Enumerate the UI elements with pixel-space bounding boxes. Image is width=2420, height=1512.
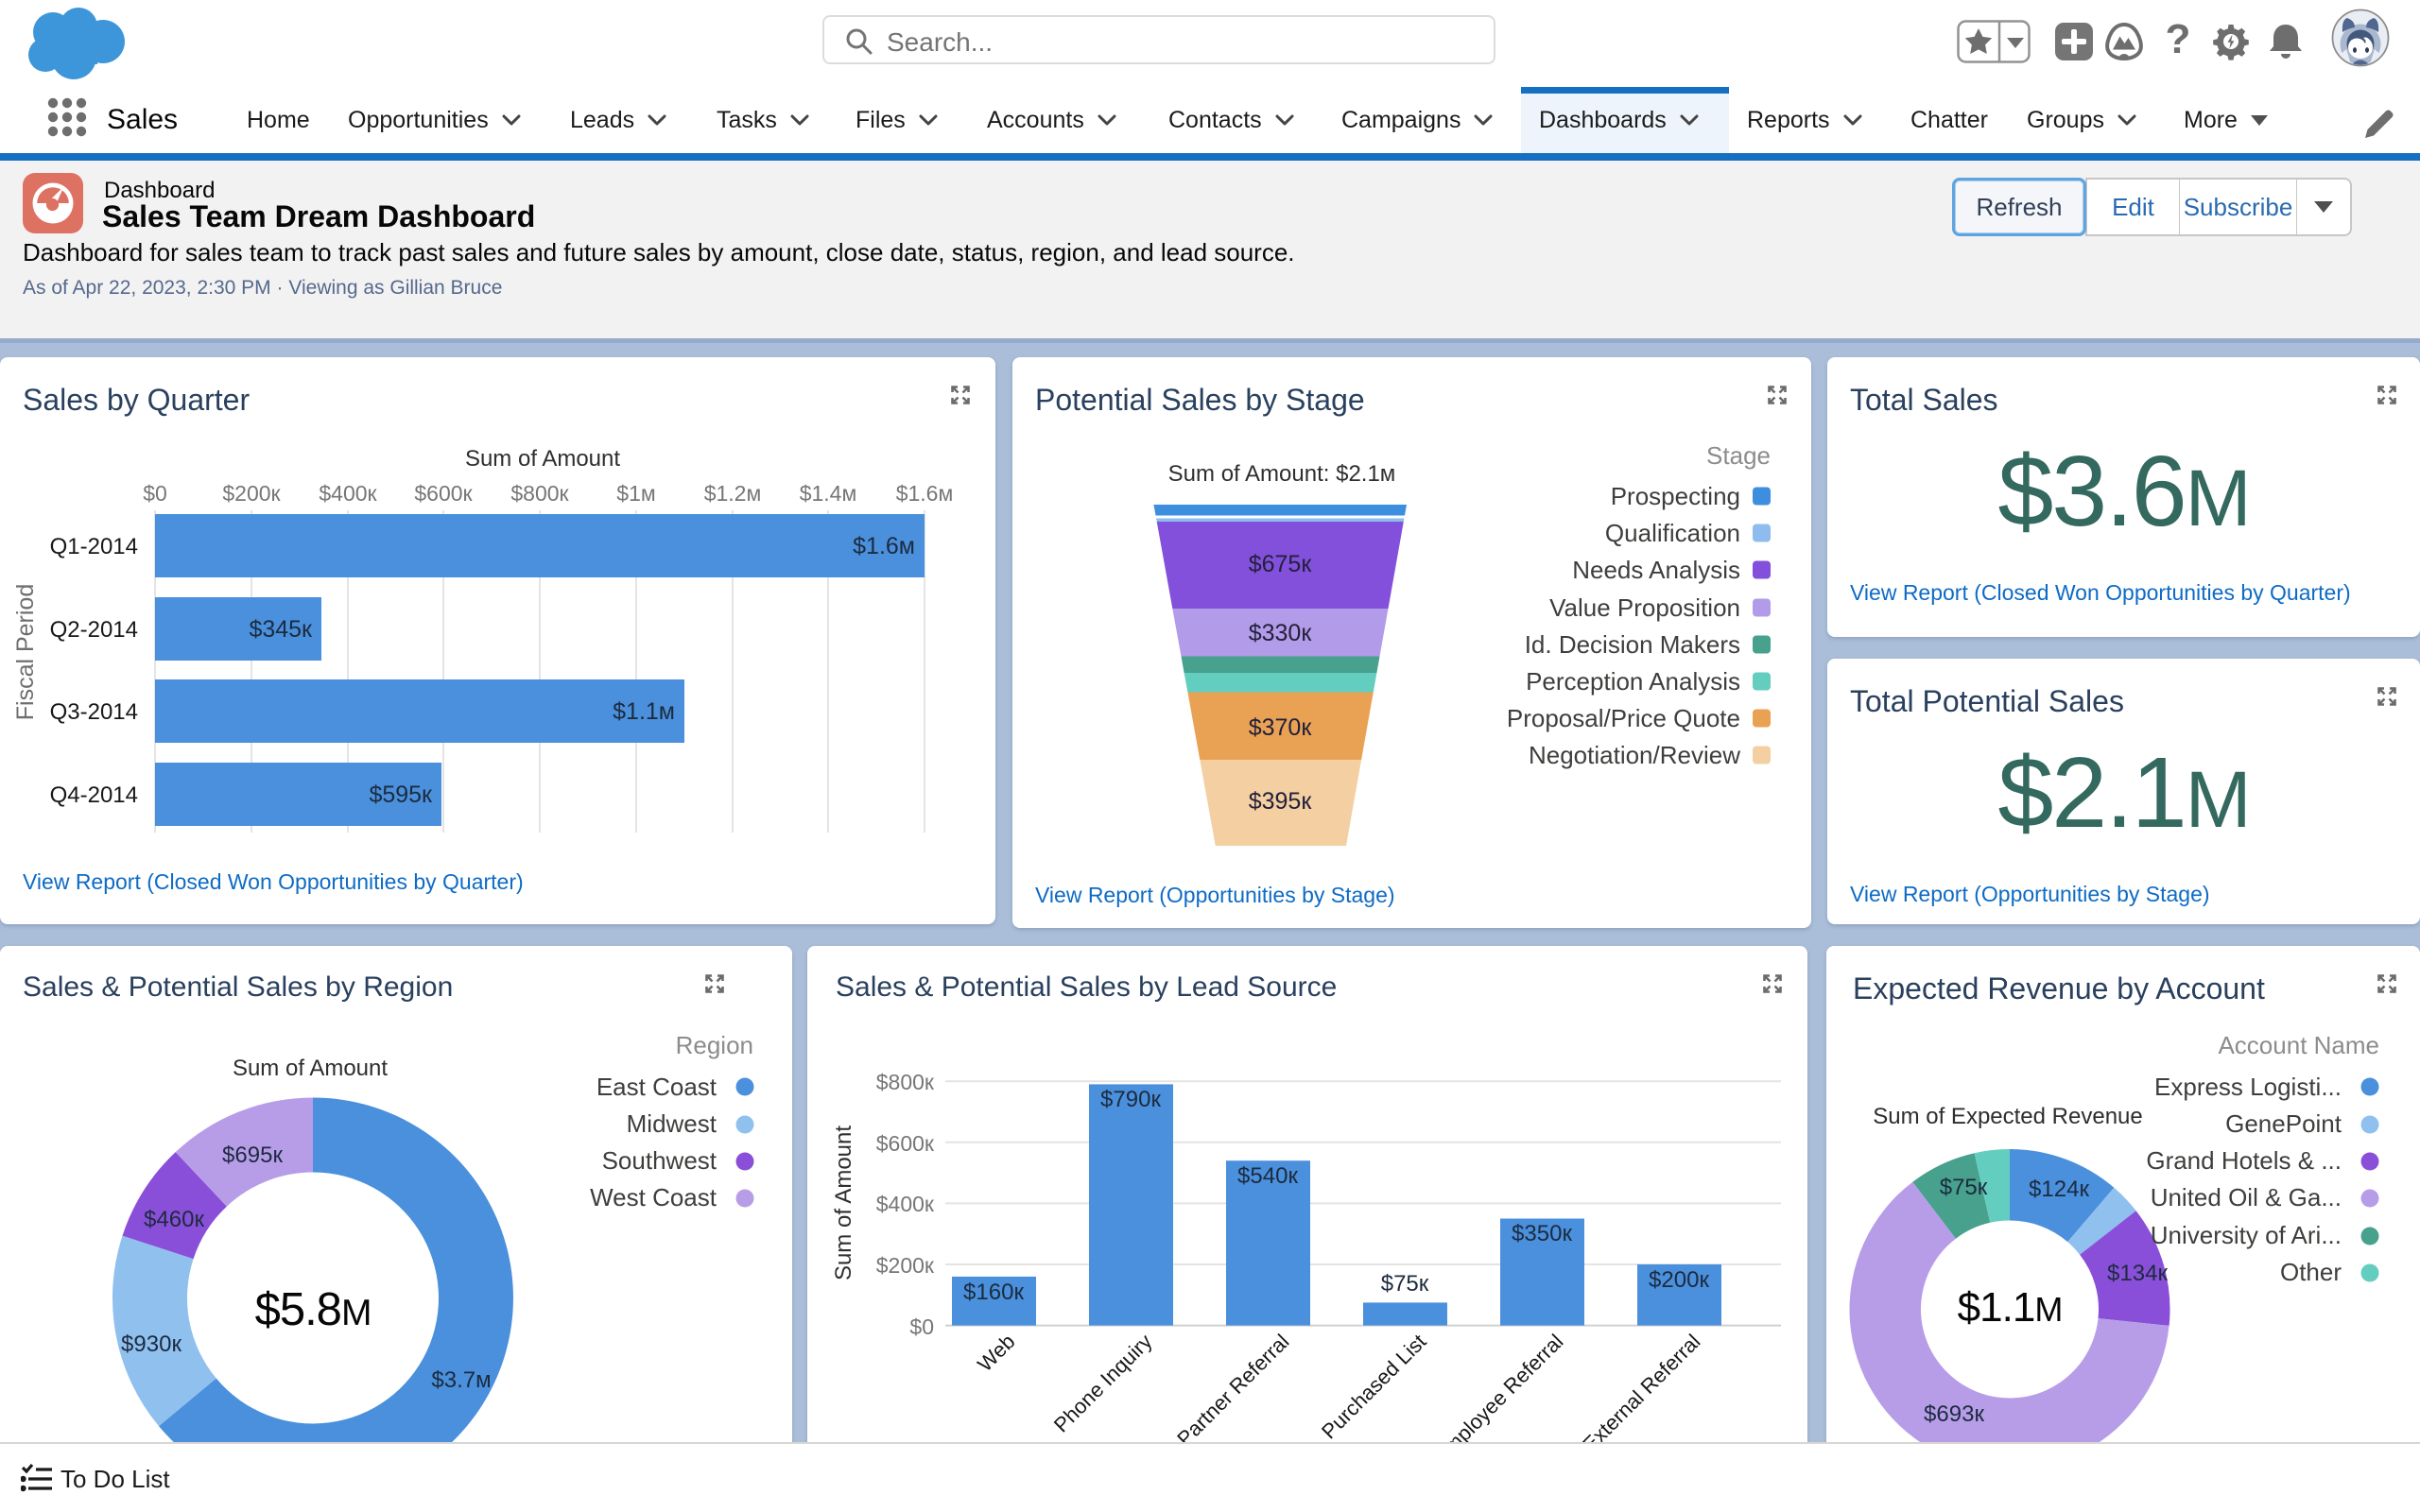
svg-text:$395к: $395к <box>1249 788 1313 815</box>
svg-text:Sum of Amount: Sum of Amount <box>831 1125 856 1280</box>
svg-text:$370к: $370к <box>1249 714 1313 741</box>
svg-text:Q1-2014: Q1-2014 <box>50 534 138 559</box>
svg-text:East Coast: East Coast <box>596 1073 717 1101</box>
svg-text:Prospecting: Prospecting <box>1611 482 1740 510</box>
svg-text:Q2-2014: Q2-2014 <box>50 617 138 643</box>
svg-text:Express Logisti...: Express Logisti... <box>2154 1073 2342 1101</box>
svg-text:GenePoint: GenePoint <box>2225 1109 2342 1138</box>
svg-text:$160к: $160к <box>963 1280 1024 1305</box>
svg-text:$400к: $400к <box>319 481 377 506</box>
svg-text:$790к: $790к <box>1100 1087 1161 1112</box>
svg-text:$75к: $75к <box>1381 1271 1429 1297</box>
svg-text:$540к: $540к <box>1237 1163 1298 1189</box>
svg-text:Stage: Stage <box>1706 441 1771 470</box>
svg-text:$1м: $1м <box>616 481 655 506</box>
svg-text:?: ? <box>2166 21 2191 62</box>
svg-text:$695к: $695к <box>222 1143 283 1168</box>
svg-text:$0: $0 <box>909 1314 934 1339</box>
svg-text:Web: Web <box>973 1330 1019 1376</box>
svg-text:$600к: $600к <box>876 1131 935 1156</box>
svg-text:Sum of Amount: Sum of Amount <box>465 446 620 472</box>
svg-text:$1.6м: $1.6м <box>853 533 915 559</box>
svg-text:$200к: $200к <box>876 1253 935 1278</box>
svg-text:$600к: $600к <box>414 481 473 506</box>
svg-text:$460к: $460к <box>144 1207 204 1232</box>
svg-text:Id. Decision Makers: Id. Decision Makers <box>1525 630 1740 659</box>
svg-text:$134к: $134к <box>2107 1261 2168 1286</box>
svg-text:West Coast: West Coast <box>590 1183 717 1211</box>
svg-text:Other: Other <box>2280 1258 2342 1286</box>
svg-text:Value Proposition: Value Proposition <box>1549 593 1740 622</box>
svg-text:$330к: $330к <box>1249 620 1313 646</box>
svg-text:Negotiation/Review: Negotiation/Review <box>1529 741 1740 769</box>
svg-text:Region: Region <box>676 1031 753 1059</box>
svg-text:$1.1м: $1.1м <box>613 698 675 725</box>
svg-text:$200к: $200к <box>1649 1267 1709 1293</box>
svg-text:$1.6м: $1.6м <box>896 481 954 506</box>
svg-text:$1.1M: $1.1M <box>1958 1284 2063 1331</box>
svg-text:$124к: $124к <box>2029 1177 2089 1202</box>
svg-text:Southwest: Southwest <box>602 1146 717 1175</box>
svg-text:$400к: $400к <box>876 1192 935 1216</box>
svg-text:Grand Hotels & ...: Grand Hotels & ... <box>2146 1146 2342 1175</box>
svg-text:$350к: $350к <box>1512 1221 1572 1246</box>
svg-text:$930к: $930к <box>121 1332 182 1357</box>
svg-text:United Oil & Ga...: United Oil & Ga... <box>2151 1183 2342 1211</box>
svg-text:Partner Referral: Partner Referral <box>1172 1330 1293 1451</box>
svg-text:$693к: $693к <box>1924 1401 1984 1427</box>
svg-text:Midwest: Midwest <box>627 1109 717 1138</box>
svg-text:$5.8M: $5.8M <box>255 1284 372 1335</box>
svg-text:$675к: $675к <box>1249 551 1313 577</box>
svg-text:$3.7м: $3.7м <box>431 1367 491 1393</box>
svg-text:Sum of Expected Revenue: Sum of Expected Revenue <box>1873 1104 2143 1129</box>
svg-text:Account Name: Account Name <box>2218 1031 2379 1059</box>
svg-text:$0: $0 <box>143 481 167 506</box>
svg-text:$595к: $595к <box>369 782 433 808</box>
svg-text:Needs Analysis: Needs Analysis <box>1572 556 1740 584</box>
svg-text:External Referral: External Referral <box>1578 1330 1704 1456</box>
svg-text:$75к: $75к <box>1940 1175 1988 1200</box>
svg-text:Qualification: Qualification <box>1605 519 1740 547</box>
svg-text:Proposal/Price Quote: Proposal/Price Quote <box>1507 704 1740 732</box>
svg-text:$1.4м: $1.4м <box>800 481 857 506</box>
svg-text:Perception Analysis: Perception Analysis <box>1526 667 1740 696</box>
svg-text:Phone Inquiry: Phone Inquiry <box>1049 1330 1157 1437</box>
svg-text:$1.2м: $1.2м <box>704 481 762 506</box>
svg-text:Sum of Amount: Sum of Amount <box>233 1056 388 1081</box>
svg-text:$200к: $200к <box>222 481 281 506</box>
svg-text:Purchased List: Purchased List <box>1317 1330 1431 1444</box>
svg-text:Q4-2014: Q4-2014 <box>50 782 138 808</box>
svg-text:$800к: $800к <box>510 481 569 506</box>
svg-text:$345к: $345к <box>249 616 313 643</box>
svg-text:Sum of Amount: $2.1м: Sum of Amount: $2.1м <box>1168 461 1396 487</box>
svg-text:Fiscal Period: Fiscal Period <box>12 584 39 721</box>
svg-text:$800к: $800к <box>876 1070 935 1094</box>
svg-text:University of Ari...: University of Ari... <box>2151 1221 2342 1249</box>
svg-text:Q3-2014: Q3-2014 <box>50 699 138 725</box>
